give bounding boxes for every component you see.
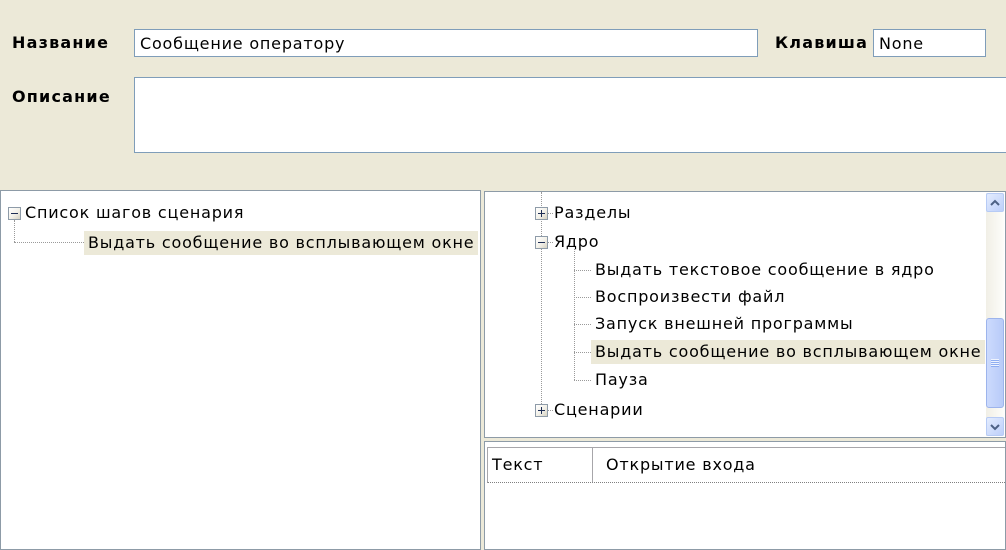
tree-node-action[interactable]: Запуск внешней программы	[591, 312, 857, 336]
tree-node-action[interactable]: Пауза	[591, 368, 653, 392]
tree-line	[574, 270, 591, 271]
tree-node-step[interactable]: Выдать сообщение во всплывающем окне	[84, 231, 479, 255]
description-textarea[interactable]	[134, 77, 1006, 153]
actions-tree-scrollbar[interactable]	[986, 193, 1004, 436]
description-label: Описание	[12, 87, 111, 106]
actions-tree-panel: Разделы Ядро Выдать текстовое сообщение …	[484, 191, 1006, 438]
name-label: Название	[12, 33, 110, 52]
scroll-down-button[interactable]	[986, 417, 1004, 436]
tree-line	[574, 324, 591, 325]
tree-node-action[interactable]: Воспроизвести файл	[591, 285, 789, 309]
tree-line	[574, 249, 575, 380]
collapse-icon[interactable]	[8, 207, 21, 220]
steps-tree-panel: Список шагов сценария Выдать сообщение в…	[0, 190, 481, 550]
expand-icon[interactable]	[535, 207, 548, 220]
tree-line	[14, 220, 15, 242]
scroll-up-button[interactable]	[986, 193, 1004, 212]
thumb-grip	[991, 359, 999, 367]
tree-line	[14, 242, 84, 243]
collapse-icon[interactable]	[535, 236, 548, 249]
tree-line	[574, 297, 591, 298]
property-value[interactable]: Открытие входа	[593, 448, 1005, 482]
tree-line	[541, 192, 542, 410]
tree-node-scenarios[interactable]: Сценарии	[550, 398, 648, 422]
tree-node-action[interactable]: Выдать текстовое сообщение в ядро	[591, 258, 939, 282]
hotkey-input[interactable]	[873, 29, 986, 57]
properties-panel: Текст Открытие входа	[484, 441, 1006, 550]
property-row[interactable]: Текст Открытие входа	[487, 447, 1005, 483]
tree-line	[574, 352, 591, 353]
property-name: Текст	[488, 448, 593, 482]
tree-node-action[interactable]: Выдать сообщение во всплывающем окне	[591, 340, 986, 364]
expand-icon[interactable]	[535, 404, 548, 417]
tree-node-core[interactable]: Ядро	[550, 230, 603, 254]
name-input[interactable]	[134, 29, 758, 57]
tree-node-steps-root[interactable]: Список шагов сценария	[21, 201, 248, 225]
hotkey-label: Клавиша	[775, 33, 869, 52]
chevron-down-icon	[990, 424, 1000, 431]
scroll-thumb[interactable]	[986, 318, 1004, 408]
tree-line	[574, 380, 591, 381]
chevron-up-icon	[990, 199, 1000, 206]
tree-node-sections[interactable]: Разделы	[550, 201, 635, 225]
